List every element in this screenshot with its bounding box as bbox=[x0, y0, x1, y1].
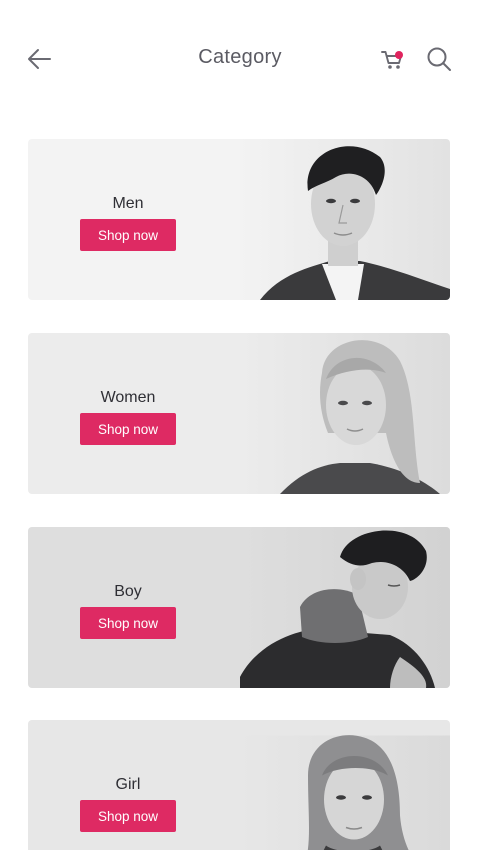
top-app-bar: Category bbox=[0, 0, 480, 118]
search-icon bbox=[427, 47, 451, 71]
category-label: Girl bbox=[115, 776, 141, 793]
page-title: Category bbox=[198, 46, 282, 68]
category-label: Boy bbox=[114, 583, 142, 600]
search-button[interactable] bbox=[425, 45, 453, 73]
cart-icon bbox=[381, 51, 402, 69]
category-card-men[interactable]: Men Shop now bbox=[28, 139, 450, 300]
shop-now-button[interactable]: Shop now bbox=[80, 607, 176, 639]
category-card-women[interactable]: Women Shop now bbox=[28, 333, 450, 494]
men-model-photo bbox=[240, 139, 450, 300]
category-card-girl[interactable]: Girl Shop now bbox=[28, 720, 450, 850]
shop-now-button[interactable]: Shop now bbox=[80, 219, 176, 251]
cart-badge bbox=[395, 51, 403, 59]
girl-model-photo bbox=[240, 735, 450, 850]
category-label: Women bbox=[100, 389, 156, 406]
shop-now-button[interactable]: Shop now bbox=[80, 413, 176, 445]
cart-button[interactable] bbox=[380, 46, 406, 72]
category-card-boy[interactable]: Boy Shop now bbox=[28, 527, 450, 688]
shop-now-button[interactable]: Shop now bbox=[80, 800, 176, 832]
women-model-photo bbox=[240, 333, 450, 494]
boy-model-photo bbox=[240, 527, 450, 688]
category-label: Men bbox=[112, 195, 144, 212]
